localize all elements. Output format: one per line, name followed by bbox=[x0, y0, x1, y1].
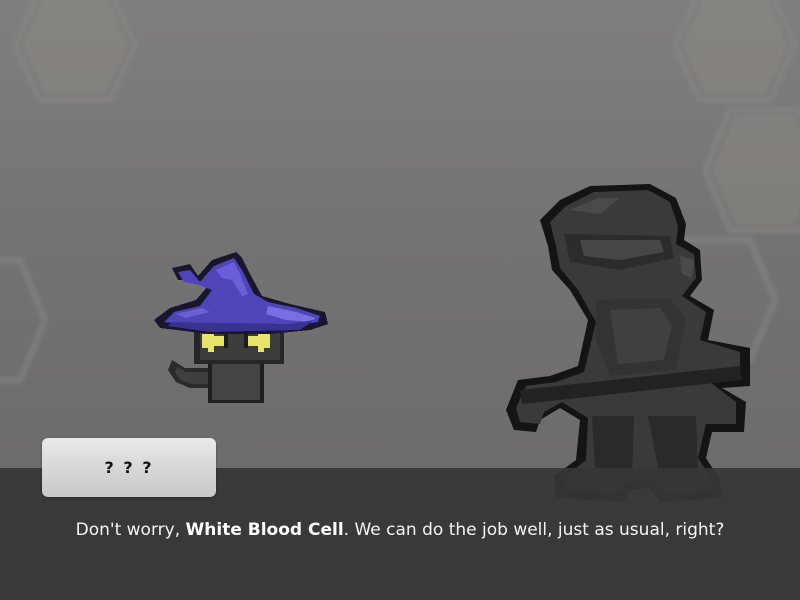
knight-silhouette-sprite bbox=[506, 184, 750, 502]
dialogue-text-emphasis: White Blood Cell bbox=[185, 520, 344, 540]
armored-knight-silhouette-icon bbox=[506, 184, 750, 502]
speaker-name-box: ? ? ? bbox=[42, 438, 216, 497]
speaker-name: ? ? ? bbox=[104, 458, 154, 477]
game-scene: ? ? ? Don't worry, White Blood Cell. We … bbox=[0, 0, 800, 600]
dialogue-text-after: . We can do the job well, just as usual,… bbox=[343, 520, 725, 540]
wizard-cat-sprite bbox=[154, 252, 328, 403]
wizard-cat-icon bbox=[154, 252, 328, 403]
dialogue-text: Don't worry, White Blood Cell. We can do… bbox=[0, 520, 800, 540]
dialogue-text-before: Don't worry, bbox=[75, 520, 186, 540]
